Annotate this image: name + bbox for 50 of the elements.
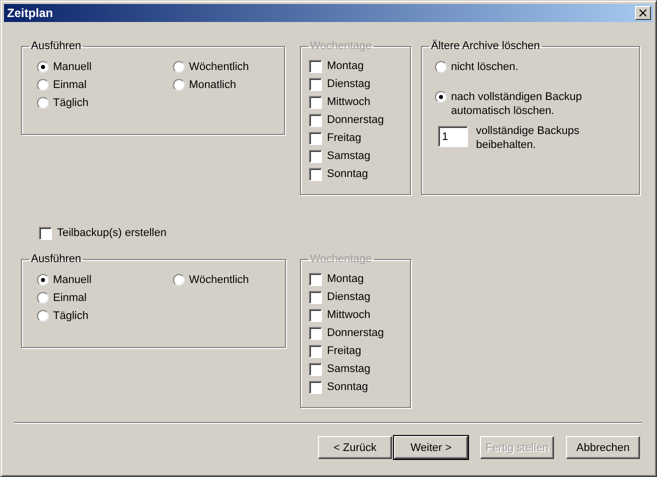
radio-button[interactable]: [37, 310, 49, 322]
count-field[interactable]: 1: [438, 126, 468, 147]
checkbox-label: Freitag: [327, 132, 362, 144]
checkbox-label: Samstag: [327, 150, 370, 162]
checkbox-label: Samstag: [327, 363, 370, 375]
group-title: Ausführen: [30, 40, 82, 53]
radio-label: Monatlich: [189, 79, 236, 91]
radio-button[interactable]: [37, 61, 49, 73]
radio-label: Einmal: [53, 292, 87, 304]
checkbox-label: Teilbackup(s) erstellen: [57, 227, 166, 239]
checkbox-label: Mittwoch: [327, 309, 370, 321]
radio-button[interactable]: [37, 79, 49, 91]
radio-label: Täglich: [53, 310, 88, 322]
radio-label: Täglich: [53, 97, 88, 109]
checkbox-label: Freitag: [327, 345, 362, 357]
radio-label: nach vollständigen Backup automatisch löschen.: [451, 90, 583, 118]
checkbox-label: Sonntag: [327, 381, 368, 393]
checkbox-label: Dienstag: [327, 78, 370, 90]
radio-button[interactable]: [173, 61, 185, 73]
radio-button[interactable]: [173, 274, 185, 286]
checkbox-label: Montag: [327, 273, 364, 285]
checkbox-label: Donnerstag: [327, 114, 384, 126]
radio-label: Manuell: [53, 274, 92, 286]
radio-label: Wöchentlich: [189, 61, 249, 73]
radio-label: Manuell: [53, 61, 92, 73]
dialog-button[interactable]: Abbrechen: [566, 436, 640, 459]
radio-label: nicht löschen.: [451, 60, 520, 74]
checkbox[interactable]: [39, 226, 52, 240]
close-button[interactable]: ×: [635, 6, 651, 20]
checkbox-label: Donnerstag: [327, 327, 384, 339]
checkbox-label: Montag: [327, 60, 364, 72]
window-title: Zeitplan: [7, 6, 54, 20]
group-title: Wochentage: [309, 40, 373, 53]
radio-button[interactable]: [173, 79, 185, 91]
radio-label: Einmal: [53, 79, 87, 91]
radio-button[interactable]: [37, 274, 49, 286]
radio-button[interactable]: [435, 61, 447, 73]
radio-button[interactable]: [37, 292, 49, 304]
radio-label: Wöchentlich: [189, 274, 249, 286]
count-label: vollständige Backups beibehalten.: [476, 124, 580, 152]
dialog-button[interactable]: < Zurück: [318, 436, 392, 459]
group-title: Wochentage: [309, 253, 373, 266]
radio-button[interactable]: [37, 97, 49, 109]
checkbox-label: Mittwoch: [327, 96, 370, 108]
checkbox-label: Dienstag: [327, 291, 370, 303]
group-title: Ausführen: [30, 253, 82, 266]
dialog-button[interactable]: Weiter >: [394, 436, 468, 459]
radio-button[interactable]: [435, 91, 447, 103]
group-title: Ältere Archive löschen: [430, 40, 541, 53]
checkbox-label: Sonntag: [327, 168, 368, 180]
